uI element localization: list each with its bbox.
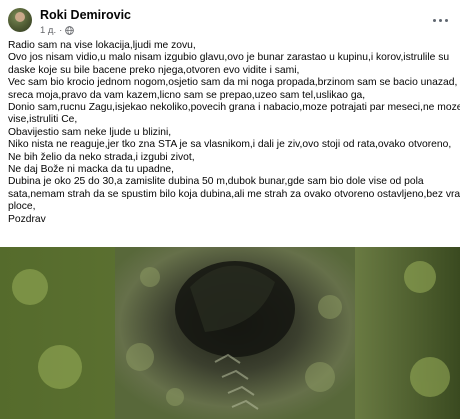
- post-time[interactable]: 1 д.: [40, 25, 56, 36]
- post-text-line: Vec sam bio krocio jednom nogom,osjetio …: [8, 77, 458, 89]
- more-options-icon[interactable]: [430, 10, 450, 30]
- post-text-line: Donio sam,rucnu Zagu,isjekao nekoliko,po…: [8, 102, 460, 114]
- post-photo[interactable]: [0, 247, 460, 419]
- post-text-line: sreca moja,pravo da vam kazem,licno sam …: [8, 89, 366, 101]
- post-text-line: sata,nemam strah da se spustim bilo koja…: [8, 188, 460, 200]
- post-text-line: Ne bih želio da neko strada,i izgubi ziv…: [8, 151, 195, 163]
- globe-icon: [65, 26, 75, 35]
- post-text-line: Radio sam na vise lokacija,ljudi me zovu…: [8, 40, 196, 51]
- post-text: Radio sam na vise lokacija,ljudi me zovu…: [8, 40, 460, 226]
- well-photo-graphic: [0, 247, 460, 419]
- post-text-line: Dubina je oko 25 do 30,a zamislite dubin…: [8, 176, 424, 188]
- post-text-line: Niko nista ne reaguje,jer tko zna STA je…: [8, 139, 452, 151]
- post-text-line: Ne daj Bože ni macka da tu upadne,: [8, 164, 175, 176]
- post-text-line: daske koje su bile bacene preko njega,ot…: [8, 64, 300, 76]
- post-text-line: Ovo jos nisam vidio,u malo nisam izgubio…: [8, 52, 450, 64]
- author-avatar[interactable]: [8, 8, 32, 32]
- post-text-line: ploce,: [8, 201, 36, 213]
- author-name[interactable]: Roki Demirovic: [40, 8, 131, 22]
- post-header: Roki Demirovic 1 д. ·: [0, 0, 460, 40]
- post-text-line: Obavijestio sam neke ljude u blizini,: [8, 126, 172, 138]
- post-text-line: Pozdrav: [8, 213, 46, 225]
- post-text-line: vise,istruliti Ce,: [8, 114, 78, 126]
- post-meta: 1 д. ·: [40, 25, 75, 36]
